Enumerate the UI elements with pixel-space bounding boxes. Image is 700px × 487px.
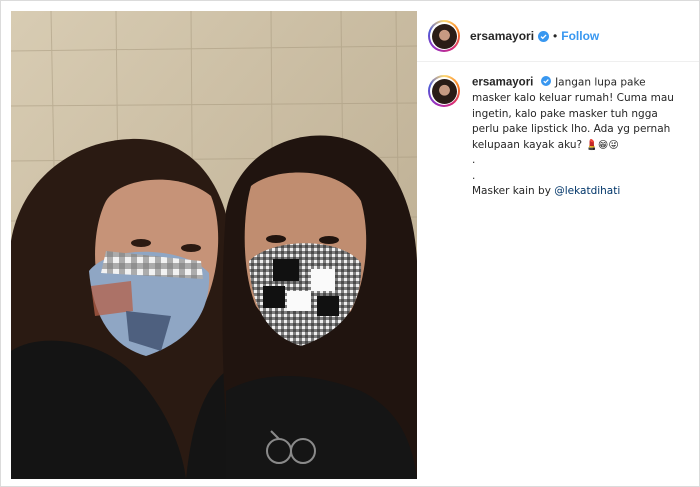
caption-text-line2: masker kalo keluar rumah! Cuma mau — [472, 92, 674, 104]
caption-credit-line: Masker kain by @lekatdihati — [472, 184, 684, 200]
mention-link[interactable]: @lekatdihati — [554, 185, 620, 197]
caption-text-line4: perlu pake lipstick lho. Ada yg pernah — [472, 123, 671, 135]
post-photo[interactable] — [11, 11, 417, 479]
avatar-image — [431, 78, 457, 104]
post-photo-image — [11, 11, 417, 479]
caption-line-1: ersamayori Jangan lupa pake — [472, 75, 684, 91]
caption-line-5: kelupaan kayak aku? 💄😁😜 — [472, 138, 684, 154]
caption-avatar[interactable] — [428, 75, 460, 107]
verified-badge-icon — [538, 30, 550, 42]
caption-text: ersamayori Jangan lupa pake masker kalo … — [472, 75, 684, 200]
caption-emojis: 💄😁😜 — [585, 139, 619, 151]
header-avatar[interactable] — [428, 20, 460, 52]
follow-button[interactable]: Follow — [561, 29, 599, 43]
caption-username[interactable]: ersamayori — [472, 77, 533, 89]
caption-dot-2: . — [472, 169, 476, 182]
post-sidebar: ersamayori • Follow ersamayori Jangan lu… — [417, 11, 699, 479]
avatar-ring — [430, 22, 458, 50]
instagram-post-frame: ersamayori • Follow ersamayori Jangan lu… — [0, 0, 700, 487]
caption-text-line1: Jangan lupa pake — [555, 76, 646, 89]
avatar-ring — [430, 77, 458, 105]
post-header: ersamayori • Follow — [417, 11, 699, 62]
verified-badge-icon — [541, 75, 552, 86]
caption-text-line5: kelupaan kayak aku? — [472, 138, 583, 151]
avatar-image — [431, 23, 457, 49]
caption-text-line3: ingetin, kalo pake masker tuh ngga — [472, 107, 658, 120]
header-username[interactable]: ersamayori — [470, 29, 534, 43]
header-separator: • — [553, 29, 558, 43]
post-caption: ersamayori Jangan lupa pake masker kalo … — [417, 75, 699, 200]
caption-credit-prefix: Masker kain by — [472, 185, 551, 197]
caption-dot-1: . — [472, 154, 476, 166]
